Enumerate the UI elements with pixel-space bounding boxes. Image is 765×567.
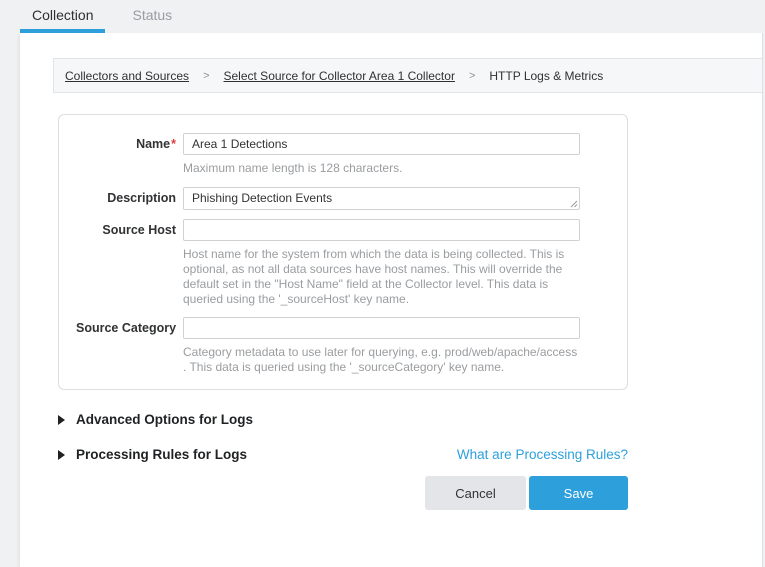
name-hint: Maximum name length is 128 characters. — [183, 161, 580, 176]
processing-rules-toggle[interactable]: Processing Rules for Logs — [58, 447, 247, 462]
source-host-label: Source Host — [76, 219, 176, 241]
breadcrumb-current-page: HTTP Logs & Metrics — [489, 69, 603, 83]
source-host-field-row: Source Host Host name for the system fro… — [76, 219, 580, 307]
save-button[interactable]: Save — [529, 476, 628, 510]
triangle-right-icon — [58, 415, 65, 425]
processing-rules-section: Processing Rules for Logs What are Proce… — [58, 447, 628, 462]
description-textarea[interactable]: Phishing Detection Events — [183, 187, 580, 210]
name-field-row: Name* Maximum name length is 128 charact… — [76, 133, 580, 176]
advanced-options-section: Advanced Options for Logs — [58, 412, 628, 427]
description-field-row: Description Phishing Detection Events — [76, 187, 580, 210]
what-are-processing-rules-link[interactable]: What are Processing Rules? — [457, 447, 628, 462]
content-panel: Collectors and Sources > Select Source f… — [20, 33, 763, 567]
source-config-form: Name* Maximum name length is 128 charact… — [58, 114, 628, 390]
processing-rules-label: Processing Rules for Logs — [76, 447, 247, 462]
breadcrumb-select-source-link[interactable]: Select Source for Collector Area 1 Colle… — [224, 69, 455, 83]
advanced-options-toggle[interactable]: Advanced Options for Logs — [58, 412, 628, 427]
breadcrumb-separator: > — [469, 70, 475, 82]
tab-bar: Collection Status — [20, 0, 765, 33]
source-host-input[interactable] — [183, 219, 580, 241]
form-actions: Cancel Save — [58, 476, 628, 510]
required-asterisk: * — [171, 137, 176, 151]
description-label: Description — [76, 187, 176, 209]
tab-collection-label: Collection — [32, 7, 93, 23]
source-category-help-text: Category metadata to use later for query… — [183, 345, 580, 375]
breadcrumb: Collectors and Sources > Select Source f… — [53, 58, 762, 93]
name-input[interactable] — [183, 133, 580, 155]
triangle-right-icon — [58, 450, 65, 460]
tab-status-label: Status — [132, 7, 172, 23]
name-label: Name* — [76, 133, 176, 155]
tab-collection[interactable]: Collection — [20, 0, 105, 33]
breadcrumb-collectors-and-sources-link[interactable]: Collectors and Sources — [65, 69, 189, 83]
breadcrumb-separator: > — [203, 70, 209, 82]
tab-status[interactable]: Status — [120, 0, 184, 33]
source-category-field-row: Source Category Category metadata to use… — [76, 317, 580, 375]
source-category-input[interactable] — [183, 317, 580, 339]
source-category-label: Source Category — [76, 317, 176, 339]
cancel-button[interactable]: Cancel — [425, 476, 526, 510]
advanced-options-label: Advanced Options for Logs — [76, 412, 253, 427]
source-host-help-text: Host name for the system from which the … — [183, 247, 580, 307]
